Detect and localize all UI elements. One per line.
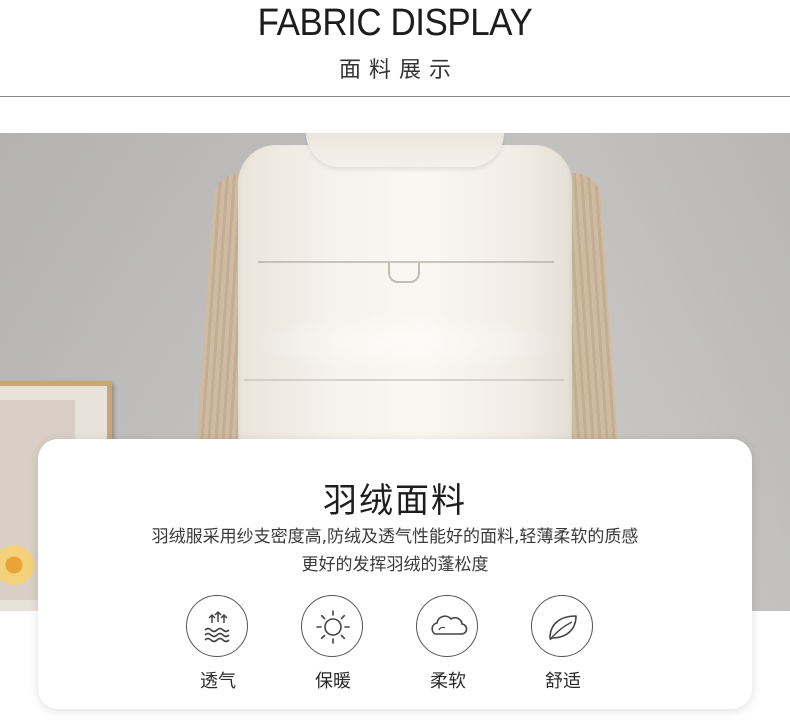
leaf-comfort-icon [531, 595, 593, 657]
card-description: 羽绒服采用纱支密度高,防绒及透气性能好的面料,轻薄柔软的质感 更好的发挥羽绒的蓬… [78, 523, 712, 579]
vest-collar [306, 133, 504, 167]
card-title: 羽绒面料 [323, 481, 467, 521]
cloud-soft-icon [416, 595, 478, 657]
fabric-info-card: 羽绒面料 羽绒服采用纱支密度高,防绒及透气性能好的面料,轻薄柔软的质感 更好的发… [38, 439, 752, 709]
header-title: FABRIC DISPLAY [257, 2, 533, 44]
vest-hanging-loop [388, 263, 420, 283]
feature-warmth: 保暖 [293, 595, 373, 695]
feature-soft-label: 柔软 [430, 671, 466, 692]
card-description-line-1: 羽绒服采用纱支密度高,防绒及透气性能好的面料,轻薄柔软的质感 [151, 527, 639, 547]
header-subtitle: 面料展示 [338, 58, 459, 83]
feature-breathable: 透气 [178, 595, 258, 695]
vest-puff-highlight [250, 313, 560, 373]
sun-warmth-icon [301, 595, 363, 657]
feature-breathable-label: 透气 [200, 671, 236, 692]
feature-soft: 柔软 [408, 595, 488, 695]
feature-comfort-label: 舒适 [545, 671, 581, 692]
card-description-line-2: 更好的发挥羽绒的蓬松度 [301, 555, 489, 575]
breathable-icon [186, 595, 248, 657]
vest-lower-seam [244, 379, 564, 381]
feature-warmth-label: 保暖 [315, 671, 351, 692]
feature-comfort: 舒适 [523, 595, 603, 695]
header-divider [0, 96, 790, 97]
feature-list: 透气 保暖 柔软 舒适 [38, 595, 752, 695]
fabric-display-header: FABRIC DISPLAY 面料展示 [0, 0, 790, 98]
